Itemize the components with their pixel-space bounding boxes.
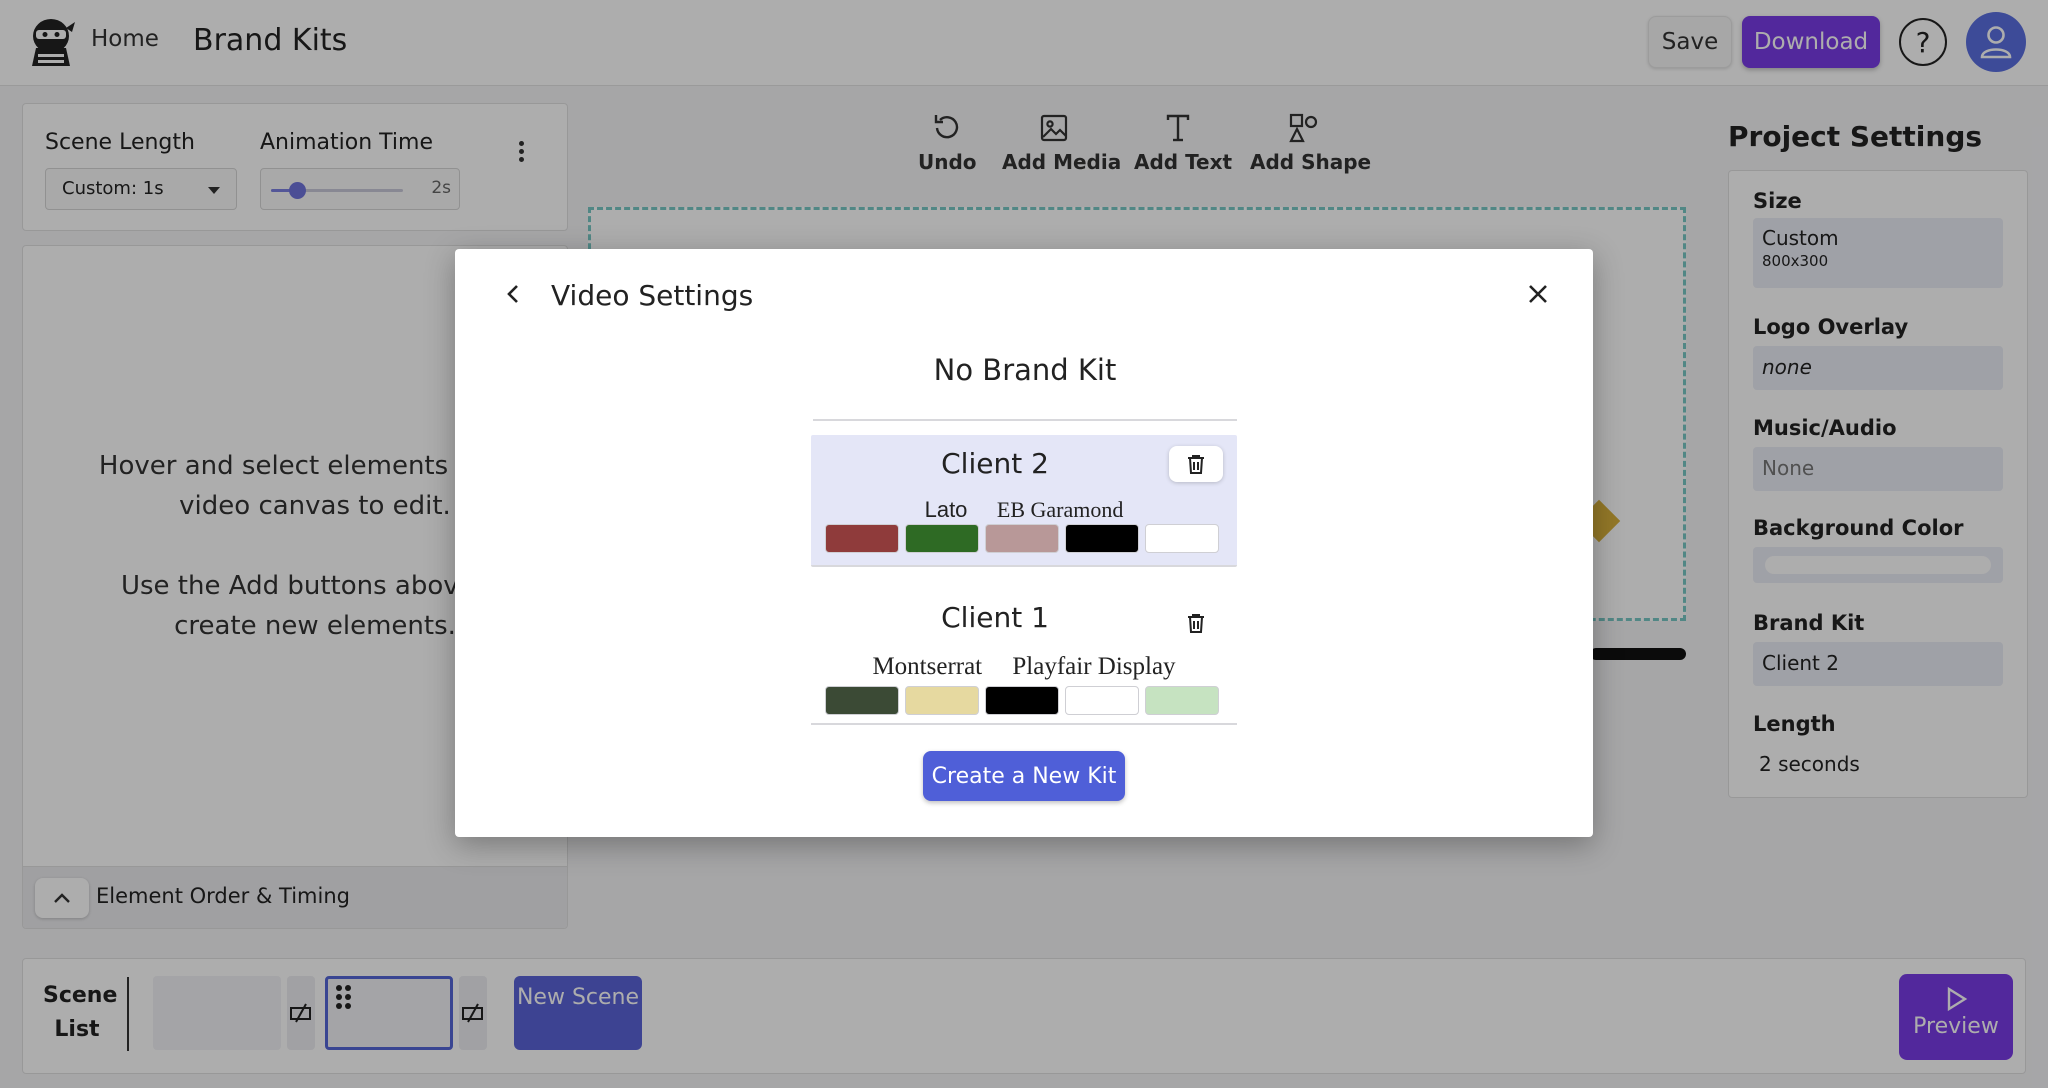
delete-kit-button[interactable]	[1169, 605, 1223, 641]
kit-color-swatches	[825, 524, 1225, 554]
kit-name: Client 2	[941, 447, 1049, 480]
kit-name: Client 1	[941, 601, 1049, 634]
kit-color-swatch	[1145, 686, 1219, 715]
brand-kit-client-2[interactable]: Client 2 Lato EB Garamond	[811, 435, 1237, 567]
kit-color-swatch	[825, 686, 899, 715]
kit-color-swatch	[905, 686, 979, 715]
kit-fonts: Lato EB Garamond	[811, 497, 1237, 523]
kit-color-swatch	[1145, 524, 1219, 553]
kit-font-primary: Lato	[924, 497, 968, 522]
kit-color-swatch	[985, 524, 1059, 553]
kit-font-primary: Montserrat	[872, 653, 983, 680]
kit-fonts: Montserrat Playfair Display	[811, 653, 1237, 681]
close-icon[interactable]	[1523, 279, 1553, 309]
kit-color-swatch	[905, 524, 979, 553]
kit-font-secondary: Playfair Display	[1012, 653, 1176, 680]
back-arrow-icon[interactable]	[499, 279, 529, 309]
trash-icon	[1188, 614, 1204, 633]
kit-font-secondary: EB Garamond	[996, 497, 1124, 522]
no-brand-kit-option[interactable]: No Brand Kit	[813, 349, 1237, 421]
kit-color-swatches	[825, 686, 1225, 716]
delete-kit-button[interactable]	[1169, 446, 1223, 482]
create-new-kit-button[interactable]: Create a New Kit	[923, 751, 1125, 801]
video-settings-dialog: Video Settings No Brand Kit Client 2 Lat…	[455, 249, 1593, 837]
kit-color-swatch	[1065, 686, 1139, 715]
no-brand-kit-label: No Brand Kit	[933, 353, 1117, 387]
kit-color-swatch	[1065, 524, 1139, 553]
brand-kit-client-1[interactable]: Client 1 Montserrat Playfair Display	[811, 593, 1237, 725]
kit-color-swatch	[985, 686, 1059, 715]
dialog-title: Video Settings	[551, 279, 754, 312]
kit-color-swatch	[825, 524, 899, 553]
trash-icon	[1188, 455, 1204, 474]
